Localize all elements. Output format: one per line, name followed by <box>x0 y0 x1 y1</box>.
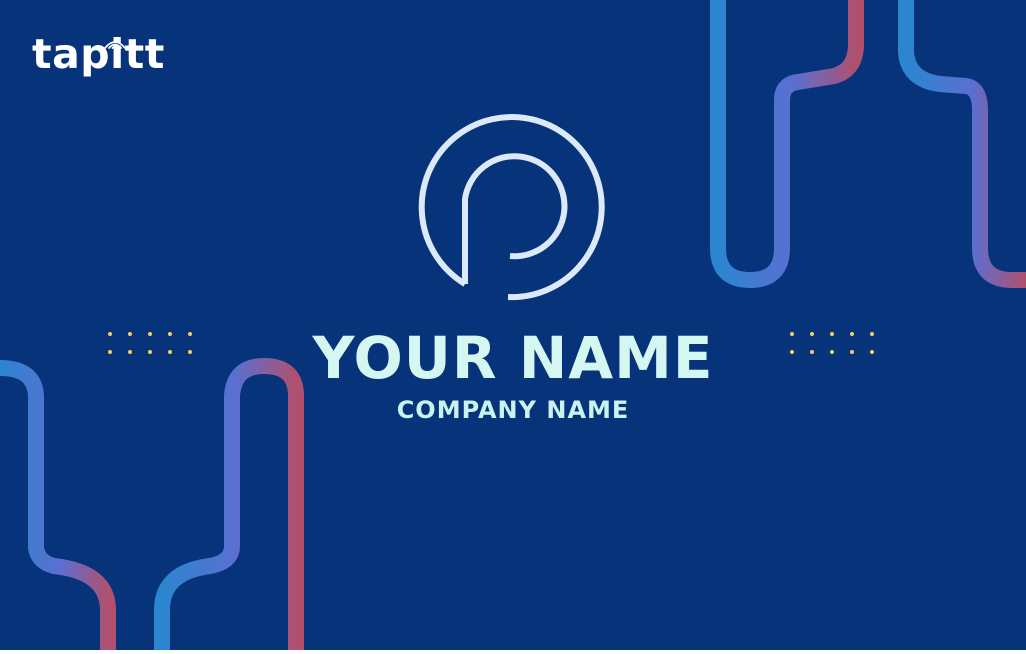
tapitt-logo: tapitt <box>32 34 165 75</box>
business-card: tapitt YOUR NAME COMPANY NAME <box>0 0 1026 650</box>
p-circle-logo-icon <box>418 114 605 301</box>
company-name: COMPANY NAME <box>396 396 630 424</box>
wifi-icon <box>104 41 126 49</box>
brand-logo-text: tapitt <box>32 30 165 78</box>
card-holder-name: YOUR NAME <box>312 324 714 392</box>
